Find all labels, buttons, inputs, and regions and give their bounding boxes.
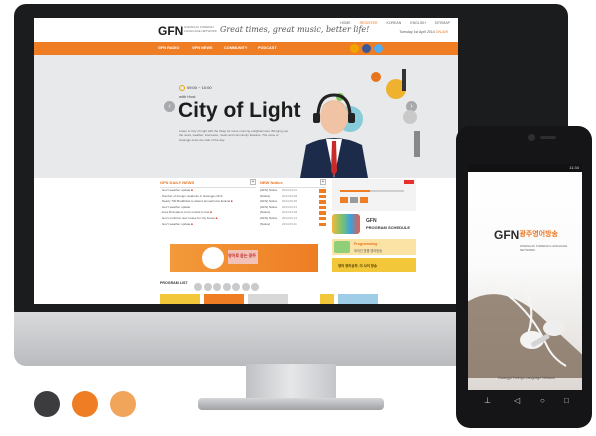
side-banner-2[interactable]: 영어 영어공부, 이 사이 방송 [332,258,416,272]
logo-subtitle: GWANGJU FOREIGN LANGUAGE NETWORK [184,25,217,33]
show-description: Listen to City of Light with the Okay fo… [179,129,289,142]
news-item[interactable]: Gov't weather update ■ [160,222,256,228]
promo-banner[interactable]: 영어로 듣는 광주 [170,244,318,272]
schedule-logo: GFN [366,218,377,224]
nav-item-community[interactable]: COMMUNITY [224,46,247,50]
twitter-icon[interactable] [374,44,383,53]
nav-item-news[interactable]: GFN NEWS [192,46,212,50]
side-banner-subtitle: 외국인 맞춤 영어방송 [354,249,383,253]
schedule-label: PROGRAM SCHEDULE [366,225,411,230]
listen-button[interactable] [360,197,368,203]
notice-panel: NEW Notice + [GFN] Notice 2014.04.01 [Noti… [260,179,326,244]
program-tile[interactable] [204,294,244,304]
side-banner-2-text: 영어 영어공부, 이 사이 방송 [338,264,378,268]
phone-speaker [540,136,556,139]
back-icon[interactable]: ◁ [514,396,520,405]
program-tile[interactable] [160,294,200,304]
live-badge [404,180,414,184]
radio-host-photo [300,93,368,178]
radio-player [332,179,416,211]
program-tiles [160,294,418,304]
front-camera-icon [528,134,535,141]
facebook-icon[interactable] [362,44,371,53]
app-logo: GFN광주영어방송 [494,228,558,242]
phone-nav-bar: ⊥ ◁ ○ □ [468,392,582,412]
side-banner-title: Programming [354,242,378,246]
earphones-image [468,277,582,378]
program-tile[interactable] [338,294,378,304]
menu-icon[interactable]: ⊥ [484,396,491,405]
banner-photo [202,247,224,269]
nav-item-podcast[interactable]: PODCAST [258,46,277,50]
nav-item-radio[interactable]: GFN RADIO [158,46,179,50]
program-tile[interactable] [320,294,334,304]
on-air-time: 09:00 ~ 10:00 [179,85,212,91]
more-plus-icon[interactable]: + [320,179,326,185]
clock-icon [179,85,185,91]
status-bar: 11:34 [468,164,582,172]
schedule-illustration [332,214,360,234]
side-banner-image [334,241,350,253]
notice-row[interactable]: [Notice] 2014.03.11 [260,222,326,228]
hero-banner: ‹ › 09:00 ~ 10:00 with Host City of Ligh… [34,55,458,211]
monitor-stand [246,364,336,402]
program-tile[interactable] [248,294,288,304]
monitor-stand-base [198,398,384,410]
website-screen: GFN GWANGJU FOREIGN LANGUAGE NETWORK Gre… [34,18,458,304]
site-logo[interactable]: GFN [158,24,183,38]
phone-screen: 11:34 GFN광주영어방송 GWANGJU FOREIGN LANGUAGE… [468,164,582,390]
recents-icon[interactable]: □ [564,396,569,405]
color-swatch-dark [34,391,60,417]
header-date: Tuesday 1st April 2014 ON-AIR [399,30,448,34]
news-panel: GFN DAILY NEWS+ Gov't weather update ■ N… [160,179,256,244]
main-nav: GFN RADIO GFN NEWS COMMUNITY PODCAST [34,42,458,55]
top-link-sitemap[interactable]: SITEMAP [435,21,450,25]
top-links: HOME REGISTER KOREAN ENGLISH SITEMAP [332,21,450,25]
volume-slider[interactable] [340,190,404,192]
color-swatch-light-orange [110,391,136,417]
stop-button[interactable] [350,197,358,203]
top-link-register[interactable]: REGISTER [360,21,378,25]
rss-icon[interactable] [350,44,359,53]
home-icon[interactable]: ○ [540,396,545,405]
top-link-english[interactable]: ENGLISH [410,21,425,25]
notice-title: NEW Notice + [260,179,326,188]
top-link-home[interactable]: HOME [340,21,351,25]
app-tagline: Gwangju Foreign Language Network [498,376,556,380]
color-swatch-orange [72,391,98,417]
site-slogan: Great times, great music, better life! [220,25,370,34]
banner-text: 영어로 듣는 광주 [228,253,256,258]
program-schedule-link[interactable]: GFN PROGRAM SCHEDULE [332,214,416,236]
top-link-korean[interactable]: KOREAN [387,21,402,25]
play-button[interactable] [340,197,348,203]
app-logo-subtitle: GWANGJU FOREIGN LANGUAGE NETWORK [520,244,568,252]
show-title: City of Light [178,99,301,122]
side-banner[interactable]: Programming 외국인 맞춤 영어방송 [332,239,416,255]
hero-prev-arrow-icon[interactable]: ‹ [164,101,175,112]
more-plus-icon[interactable]: + [250,179,256,185]
news-title: GFN DAILY NEWS + [160,179,256,188]
program-list-label: PROGRAM LIST [160,281,188,285]
site-header: GFN GWANGJU FOREIGN LANGUAGE NETWORK Gre… [34,18,458,42]
